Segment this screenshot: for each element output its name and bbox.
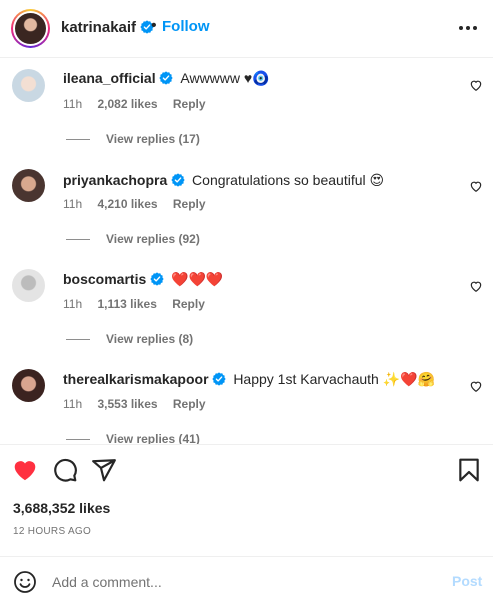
heart-icon[interactable] <box>469 279 483 293</box>
heart-icon[interactable] <box>469 379 483 393</box>
comment-likes[interactable]: 3,553 likes <box>97 397 157 411</box>
view-replies-label: View replies (8) <box>106 332 194 346</box>
reply-button[interactable]: Reply <box>173 397 206 411</box>
comments-list[interactable]: ileana_official Awwwww ♥🧿 11h 2,082 like… <box>0 59 493 444</box>
author-name-row: katrinakaif <box>61 19 154 36</box>
follow-button[interactable]: Follow <box>162 18 210 35</box>
comment-username[interactable]: therealkarismakapoor <box>63 371 209 387</box>
comment-time[interactable]: 11h <box>63 297 82 311</box>
commenter-avatar[interactable] <box>12 169 45 202</box>
comment-meta: 11h 2,082 likes Reply <box>63 97 218 111</box>
replies-dash <box>66 239 90 241</box>
comment-line: boscomartis ❤️❤️❤️ <box>63 271 223 288</box>
verified-badge-icon <box>212 372 227 386</box>
view-replies-button[interactable]: View replies (8) <box>66 332 193 346</box>
section-divider <box>0 556 493 557</box>
post-time-ago[interactable]: 12 HOURS AGO <box>13 526 91 537</box>
reply-button[interactable]: Reply <box>173 197 206 211</box>
comment-meta: 11h 3,553 likes Reply <box>63 397 218 411</box>
view-replies-label: View replies (17) <box>106 132 200 146</box>
share-icon[interactable] <box>91 457 117 483</box>
reply-button[interactable]: Reply <box>172 297 205 311</box>
bookmark-icon[interactable] <box>456 457 482 483</box>
heart-icon[interactable] <box>12 457 38 483</box>
comment-line: therealkarismakapoor Happy 1st Karvachau… <box>63 371 435 388</box>
comment-likes[interactable]: 2,082 likes <box>97 97 157 111</box>
comment-text: Happy 1st Karvachauth ✨❤️🤗 <box>233 371 436 387</box>
post-actions-bar <box>0 453 493 487</box>
post-header: katrinakaif • Follow <box>0 0 493 58</box>
comment-text: Congratulations so beautiful 😍 <box>192 172 385 188</box>
verified-badge-icon <box>171 173 185 187</box>
comment-text: ❤️❤️❤️ <box>171 271 224 287</box>
replies-dash <box>66 339 90 341</box>
view-replies-button[interactable]: View replies (17) <box>66 132 200 146</box>
more-options-icon[interactable] <box>455 17 481 39</box>
comment-line: priyankachopra Congratulations so beauti… <box>63 172 384 189</box>
comment-meta: 11h 4,210 likes Reply <box>63 197 218 211</box>
comment-time[interactable]: 11h <box>63 97 82 111</box>
comment-username[interactable]: boscomartis <box>63 271 146 287</box>
comment-likes[interactable]: 1,113 likes <box>97 297 156 311</box>
verified-badge-icon <box>150 272 164 286</box>
author-username[interactable]: katrinakaif <box>61 19 136 36</box>
header-separator: • <box>151 17 157 34</box>
post-likes-count[interactable]: 3,688,352 likes <box>13 500 110 516</box>
emoji-icon[interactable] <box>13 570 37 594</box>
comment-likes[interactable]: 4,210 likes <box>97 197 157 211</box>
author-avatar[interactable] <box>11 9 50 48</box>
commenter-avatar[interactable] <box>12 369 45 402</box>
comment-time[interactable]: 11h <box>63 197 82 211</box>
comment-line: ileana_official Awwwww ♥🧿 <box>63 70 270 87</box>
reply-button[interactable]: Reply <box>173 97 206 111</box>
comment-text: Awwwww ♥🧿 <box>180 70 270 86</box>
replies-dash <box>66 139 90 141</box>
heart-icon[interactable] <box>469 179 483 193</box>
heart-icon[interactable] <box>469 78 483 92</box>
post-comment-button[interactable]: Post <box>452 573 482 589</box>
comment-input[interactable] <box>52 572 432 592</box>
comment-username[interactable]: priyankachopra <box>63 172 167 188</box>
comment-username[interactable]: ileana_official <box>63 70 156 86</box>
view-replies-label: View replies (41) <box>106 432 200 444</box>
comment-meta: 11h 1,113 likes Reply <box>63 297 217 311</box>
commenter-avatar[interactable] <box>12 69 45 102</box>
section-divider <box>0 444 493 445</box>
comment-time[interactable]: 11h <box>63 397 82 411</box>
comment-icon[interactable] <box>52 457 78 483</box>
view-replies-label: View replies (92) <box>106 232 200 246</box>
view-replies-button[interactable]: View replies (92) <box>66 232 200 246</box>
commenter-avatar[interactable] <box>12 269 45 302</box>
view-replies-button[interactable]: View replies (41) <box>66 432 200 444</box>
verified-badge-icon <box>159 71 174 85</box>
replies-dash <box>66 439 90 441</box>
